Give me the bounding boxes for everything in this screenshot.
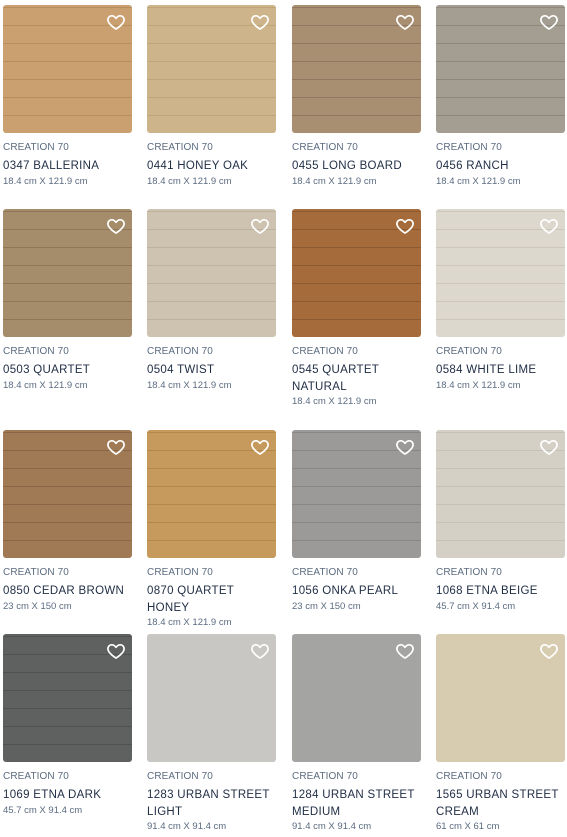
product-swatch-image[interactable] <box>436 209 565 337</box>
favorite-heart-icon[interactable] <box>395 437 415 457</box>
product-swatch-image[interactable] <box>147 209 276 337</box>
product-card[interactable]: CREATION 70 0584 WHITE LIME 18.4 cm X 121.… <box>436 209 565 393</box>
favorite-heart-icon[interactable] <box>395 216 415 236</box>
product-name-link[interactable]: 1283 URBAN STREET LIGHT <box>147 787 276 820</box>
product-swatch-image[interactable] <box>147 634 276 762</box>
product-card[interactable]: CREATION 70 1284 URBAN STREET MEDIUM 91.4 … <box>292 634 421 834</box>
product-collection: CREATION 70 <box>3 142 69 153</box>
product-name-link[interactable]: 0870 QUARTET HONEY <box>147 583 276 616</box>
product-collection: CREATION 70 <box>3 567 69 578</box>
product-size: 18.4 cm X 121.9 cm <box>3 379 88 391</box>
favorite-heart-icon[interactable] <box>395 12 415 32</box>
product-collection: CREATION 70 <box>3 346 69 357</box>
product-card[interactable]: CREATION 70 0504 TWIST 18.4 cm X 121.9 cm <box>147 209 276 393</box>
product-size: 61 cm X 61 cm <box>436 821 500 832</box>
product-name-link[interactable]: 1069 ETNA DARK <box>3 787 132 804</box>
product-card[interactable]: CREATION 70 0456 RANCH 18.4 cm X 121.9 cm <box>436 5 565 189</box>
product-card[interactable]: CREATION 70 0870 QUARTET HONEY 18.4 cm X 1… <box>147 430 276 630</box>
product-size: 45.7 cm X 91.4 cm <box>3 804 83 816</box>
product-swatch-image[interactable] <box>3 209 132 337</box>
product-size: 23 cm X 150 cm <box>3 600 72 612</box>
product-card[interactable]: CREATION 70 0455 LONG BOARD 18.4 cm X 121.… <box>292 5 421 189</box>
product-size: 18.4 cm X 121.9 cm <box>147 175 232 187</box>
product-swatch-image[interactable] <box>436 5 565 133</box>
product-collection: CREATION 70 <box>436 142 502 153</box>
product-collection: CREATION 70 <box>292 771 358 782</box>
favorite-heart-icon[interactable] <box>106 12 126 32</box>
product-name-link[interactable]: 0584 WHITE LIME <box>436 362 565 379</box>
product-size: 18.4 cm X 121.9 cm <box>436 379 521 391</box>
product-name-link[interactable]: 1056 ONKA PEARL <box>292 583 421 600</box>
product-card[interactable]: CREATION 70 0441 HONEY OAK 18.4 cm X 121.9… <box>147 5 276 189</box>
product-swatch-image[interactable] <box>147 5 276 133</box>
product-size: 23 cm X 150 cm <box>292 600 361 612</box>
product-collection: CREATION 70 <box>292 142 358 153</box>
product-swatch-image[interactable] <box>436 430 565 558</box>
product-collection: CREATION 70 <box>147 346 213 357</box>
product-swatch-image[interactable] <box>147 430 276 558</box>
product-size: 18.4 cm X 121.9 cm <box>292 175 377 187</box>
product-name-link[interactable]: 0504 TWIST <box>147 362 276 379</box>
product-name-link[interactable]: 0455 LONG BOARD <box>292 158 421 175</box>
product-name-link[interactable]: 1068 ETNA BEIGE <box>436 583 565 600</box>
product-name-link[interactable]: 0441 HONEY OAK <box>147 158 276 175</box>
product-size: 18.4 cm X 121.9 cm <box>436 175 521 187</box>
product-grid: CREATION 70 0347 BALLERINA 18.4 cm X 121.9… <box>0 0 567 837</box>
favorite-heart-icon[interactable] <box>250 216 270 236</box>
product-size: 18.4 cm X 121.9 cm <box>3 175 88 187</box>
product-swatch-image[interactable] <box>3 430 132 558</box>
product-card[interactable]: CREATION 70 1056 ONKA PEARL 23 cm X 150 cm <box>292 430 421 614</box>
product-swatch-image[interactable] <box>3 634 132 762</box>
product-card[interactable]: CREATION 70 0545 QUARTET NATURAL 18.4 cm X… <box>292 209 421 409</box>
product-name-link[interactable]: 1565 URBAN STREET CREAM <box>436 787 565 820</box>
product-name-link[interactable]: 0545 QUARTET NATURAL <box>292 362 421 395</box>
favorite-heart-icon[interactable] <box>106 437 126 457</box>
favorite-heart-icon[interactable] <box>539 437 559 457</box>
product-swatch-image[interactable] <box>292 5 421 133</box>
product-collection: CREATION 70 <box>3 771 69 782</box>
product-card[interactable]: CREATION 70 1068 ETNA BEIGE 45.7 cm X 91.4… <box>436 430 565 614</box>
product-card[interactable]: CREATION 70 1069 ETNA DARK 45.7 cm X 91.4 … <box>3 634 132 818</box>
product-collection: CREATION 70 <box>292 567 358 578</box>
product-swatch-image[interactable] <box>436 634 565 762</box>
product-size: 18.4 cm X 121.9 cm <box>147 379 232 391</box>
product-swatch-image[interactable] <box>3 5 132 133</box>
product-collection: CREATION 70 <box>436 771 502 782</box>
favorite-heart-icon[interactable] <box>539 12 559 32</box>
favorite-heart-icon[interactable] <box>539 216 559 236</box>
product-swatch-image[interactable] <box>292 634 421 762</box>
favorite-heart-icon[interactable] <box>250 12 270 32</box>
product-card[interactable]: CREATION 70 1283 URBAN STREET LIGHT 91.4 c… <box>147 634 276 834</box>
favorite-heart-icon[interactable] <box>395 641 415 661</box>
product-swatch-image[interactable] <box>292 430 421 558</box>
product-size: 91.4 cm X 91.4 cm <box>147 821 227 832</box>
product-name-link[interactable]: 0347 BALLERINA <box>3 158 132 175</box>
product-card[interactable]: CREATION 70 1565 URBAN STREET CREAM 61 cm … <box>436 634 565 834</box>
favorite-heart-icon[interactable] <box>106 641 126 661</box>
product-collection: CREATION 70 <box>147 142 213 153</box>
product-swatch-image[interactable] <box>292 209 421 337</box>
product-size: 18.4 cm X 121.9 cm <box>147 617 232 628</box>
product-size: 91.4 cm X 91.4 cm <box>292 821 372 832</box>
product-size: 45.7 cm X 91.4 cm <box>436 600 516 612</box>
product-card[interactable]: CREATION 70 0850 CEDAR BROWN 23 cm X 150 c… <box>3 430 132 614</box>
product-collection: CREATION 70 <box>147 771 213 782</box>
product-collection: CREATION 70 <box>436 346 502 357</box>
product-collection: CREATION 70 <box>147 567 213 578</box>
product-name-link[interactable]: 0850 CEDAR BROWN <box>3 583 132 600</box>
product-collection: CREATION 70 <box>436 567 502 578</box>
product-size: 18.4 cm X 121.9 cm <box>292 396 377 407</box>
product-name-link[interactable]: 0503 QUARTET <box>3 362 132 379</box>
product-name-link[interactable]: 0456 RANCH <box>436 158 565 175</box>
favorite-heart-icon[interactable] <box>106 216 126 236</box>
product-name-link[interactable]: 1284 URBAN STREET MEDIUM <box>292 787 421 820</box>
favorite-heart-icon[interactable] <box>250 641 270 661</box>
product-card[interactable]: CREATION 70 0347 BALLERINA 18.4 cm X 121.9… <box>3 5 132 189</box>
favorite-heart-icon[interactable] <box>250 437 270 457</box>
favorite-heart-icon[interactable] <box>539 641 559 661</box>
product-collection: CREATION 70 <box>292 346 358 357</box>
product-card[interactable]: CREATION 70 0503 QUARTET 18.4 cm X 121.9 c… <box>3 209 132 393</box>
